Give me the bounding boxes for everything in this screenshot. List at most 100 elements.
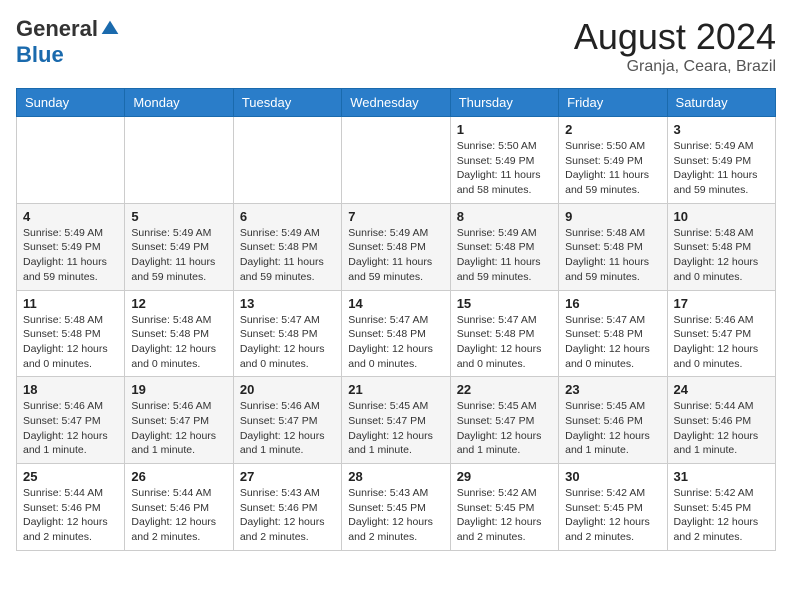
- calendar-week-row: 25Sunrise: 5:44 AMSunset: 5:46 PMDayligh…: [17, 464, 776, 551]
- logo-icon: [100, 19, 120, 39]
- weekday-header-friday: Friday: [559, 89, 667, 117]
- day-info: Sunrise: 5:49 AMSunset: 5:48 PMDaylight:…: [240, 226, 335, 285]
- day-number: 30: [565, 469, 660, 484]
- logo-blue-text: Blue: [16, 42, 64, 68]
- day-number: 5: [131, 209, 226, 224]
- day-info: Sunrise: 5:46 AMSunset: 5:47 PMDaylight:…: [131, 399, 226, 458]
- day-info: Sunrise: 5:46 AMSunset: 5:47 PMDaylight:…: [23, 399, 118, 458]
- day-info: Sunrise: 5:44 AMSunset: 5:46 PMDaylight:…: [23, 486, 118, 545]
- calendar-cell: 17Sunrise: 5:46 AMSunset: 5:47 PMDayligh…: [667, 290, 775, 377]
- day-number: 24: [674, 382, 769, 397]
- day-info: Sunrise: 5:43 AMSunset: 5:46 PMDaylight:…: [240, 486, 335, 545]
- weekday-header-wednesday: Wednesday: [342, 89, 450, 117]
- calendar-cell: 29 Sunrise: 5:42 AMSunset: 5:45 PMDayligh…: [450, 464, 558, 551]
- day-info: Sunrise: 5:42 AMSunset: 5:45 PMDaylight:…: [674, 486, 769, 545]
- calendar-cell: 4 Sunrise: 5:49 AMSunset: 5:49 PMDaylight…: [17, 203, 125, 290]
- day-number: 18: [23, 382, 118, 397]
- calendar-cell: [17, 117, 125, 204]
- calendar-cell: 21Sunrise: 5:45 AMSunset: 5:47 PMDayligh…: [342, 377, 450, 464]
- calendar-cell: 5 Sunrise: 5:49 AMSunset: 5:49 PMDaylight…: [125, 203, 233, 290]
- day-number: 4: [23, 209, 118, 224]
- calendar-cell: [233, 117, 341, 204]
- calendar-subtitle: Granja, Ceara, Brazil: [574, 58, 776, 76]
- day-info: Sunrise: 5:49 AMSunset: 5:49 PMDaylight:…: [131, 226, 226, 285]
- day-number: 13: [240, 296, 335, 311]
- day-number: 15: [457, 296, 552, 311]
- day-number: 7: [348, 209, 443, 224]
- day-number: 12: [131, 296, 226, 311]
- day-number: 6: [240, 209, 335, 224]
- day-number: 3: [674, 122, 769, 137]
- calendar-cell: 12Sunrise: 5:48 AMSunset: 5:48 PMDayligh…: [125, 290, 233, 377]
- calendar-cell: 1 Sunrise: 5:50 AMSunset: 5:49 PMDaylight…: [450, 117, 558, 204]
- day-number: 20: [240, 382, 335, 397]
- day-number: 27: [240, 469, 335, 484]
- calendar-table: SundayMondayTuesdayWednesdayThursdayFrid…: [16, 88, 776, 551]
- day-info: Sunrise: 5:50 AMSunset: 5:49 PMDaylight:…: [457, 139, 552, 198]
- day-number: 11: [23, 296, 118, 311]
- calendar-cell: 24 Sunrise: 5:44 AMSunset: 5:46 PMDayligh…: [667, 377, 775, 464]
- day-info: Sunrise: 5:42 AMSunset: 5:45 PMDaylight:…: [457, 486, 552, 545]
- day-number: 8: [457, 209, 552, 224]
- calendar-cell: 15Sunrise: 5:47 AMSunset: 5:48 PMDayligh…: [450, 290, 558, 377]
- calendar-week-row: 4 Sunrise: 5:49 AMSunset: 5:49 PMDaylight…: [17, 203, 776, 290]
- day-number: 9: [565, 209, 660, 224]
- day-number: 2: [565, 122, 660, 137]
- day-info: Sunrise: 5:47 AMSunset: 5:48 PMDaylight:…: [240, 313, 335, 372]
- day-info: Sunrise: 5:43 AMSunset: 5:45 PMDaylight:…: [348, 486, 443, 545]
- weekday-header-sunday: Sunday: [17, 89, 125, 117]
- day-number: 19: [131, 382, 226, 397]
- day-info: Sunrise: 5:44 AMSunset: 5:46 PMDaylight:…: [674, 399, 769, 458]
- calendar-cell: 11Sunrise: 5:48 AMSunset: 5:48 PMDayligh…: [17, 290, 125, 377]
- day-number: 29: [457, 469, 552, 484]
- day-info: Sunrise: 5:49 AMSunset: 5:49 PMDaylight:…: [674, 139, 769, 198]
- calendar-cell: 23 Sunrise: 5:45 AMSunset: 5:46 PMDayligh…: [559, 377, 667, 464]
- day-number: 22: [457, 382, 552, 397]
- calendar-cell: 31 Sunrise: 5:42 AMSunset: 5:45 PMDayligh…: [667, 464, 775, 551]
- day-info: Sunrise: 5:47 AMSunset: 5:48 PMDaylight:…: [565, 313, 660, 372]
- day-number: 28: [348, 469, 443, 484]
- day-info: Sunrise: 5:49 AMSunset: 5:49 PMDaylight:…: [23, 226, 118, 285]
- day-info: Sunrise: 5:45 AMSunset: 5:47 PMDaylight:…: [457, 399, 552, 458]
- day-number: 23: [565, 382, 660, 397]
- calendar-cell: 3 Sunrise: 5:49 AMSunset: 5:49 PMDaylight…: [667, 117, 775, 204]
- calendar-cell: 18 Sunrise: 5:46 AMSunset: 5:47 PMDayligh…: [17, 377, 125, 464]
- day-info: Sunrise: 5:45 AMSunset: 5:46 PMDaylight:…: [565, 399, 660, 458]
- calendar-cell: 8Sunrise: 5:49 AMSunset: 5:48 PMDaylight…: [450, 203, 558, 290]
- weekday-header-saturday: Saturday: [667, 89, 775, 117]
- calendar-week-row: 11Sunrise: 5:48 AMSunset: 5:48 PMDayligh…: [17, 290, 776, 377]
- day-info: Sunrise: 5:42 AMSunset: 5:45 PMDaylight:…: [565, 486, 660, 545]
- calendar-cell: 30 Sunrise: 5:42 AMSunset: 5:45 PMDayligh…: [559, 464, 667, 551]
- calendar-week-row: 18 Sunrise: 5:46 AMSunset: 5:47 PMDayligh…: [17, 377, 776, 464]
- logo-general-text: General: [16, 16, 98, 42]
- calendar-cell: 22 Sunrise: 5:45 AMSunset: 5:47 PMDayligh…: [450, 377, 558, 464]
- calendar-cell: 13 Sunrise: 5:47 AMSunset: 5:48 PMDayligh…: [233, 290, 341, 377]
- calendar-cell: 20Sunrise: 5:46 AMSunset: 5:47 PMDayligh…: [233, 377, 341, 464]
- calendar-cell: 27 Sunrise: 5:43 AMSunset: 5:46 PMDayligh…: [233, 464, 341, 551]
- day-info: Sunrise: 5:48 AMSunset: 5:48 PMDaylight:…: [674, 226, 769, 285]
- day-info: Sunrise: 5:50 AMSunset: 5:49 PMDaylight:…: [565, 139, 660, 198]
- day-number: 14: [348, 296, 443, 311]
- day-number: 31: [674, 469, 769, 484]
- calendar-cell: 7 Sunrise: 5:49 AMSunset: 5:48 PMDaylight…: [342, 203, 450, 290]
- day-number: 17: [674, 296, 769, 311]
- calendar-week-row: 1 Sunrise: 5:50 AMSunset: 5:49 PMDaylight…: [17, 117, 776, 204]
- calendar-cell: 2 Sunrise: 5:50 AMSunset: 5:49 PMDaylight…: [559, 117, 667, 204]
- day-number: 16: [565, 296, 660, 311]
- day-info: Sunrise: 5:49 AMSunset: 5:48 PMDaylight:…: [348, 226, 443, 285]
- logo: General Blue: [16, 16, 120, 68]
- calendar-cell: 28 Sunrise: 5:43 AMSunset: 5:45 PMDayligh…: [342, 464, 450, 551]
- weekday-header-tuesday: Tuesday: [233, 89, 341, 117]
- calendar-cell: [125, 117, 233, 204]
- calendar-cell: [342, 117, 450, 204]
- calendar-cell: 6 Sunrise: 5:49 AMSunset: 5:48 PMDaylight…: [233, 203, 341, 290]
- day-number: 1: [457, 122, 552, 137]
- calendar-cell: 9 Sunrise: 5:48 AMSunset: 5:48 PMDaylight…: [559, 203, 667, 290]
- calendar-cell: 14Sunrise: 5:47 AMSunset: 5:48 PMDayligh…: [342, 290, 450, 377]
- weekday-header-row: SundayMondayTuesdayWednesdayThursdayFrid…: [17, 89, 776, 117]
- calendar-header: General Blue August 2024 Granja, Ceara, …: [16, 16, 776, 76]
- day-info: Sunrise: 5:48 AMSunset: 5:48 PMDaylight:…: [565, 226, 660, 285]
- weekday-header-monday: Monday: [125, 89, 233, 117]
- calendar-cell: 26Sunrise: 5:44 AMSunset: 5:46 PMDayligh…: [125, 464, 233, 551]
- calendar-cell: 25Sunrise: 5:44 AMSunset: 5:46 PMDayligh…: [17, 464, 125, 551]
